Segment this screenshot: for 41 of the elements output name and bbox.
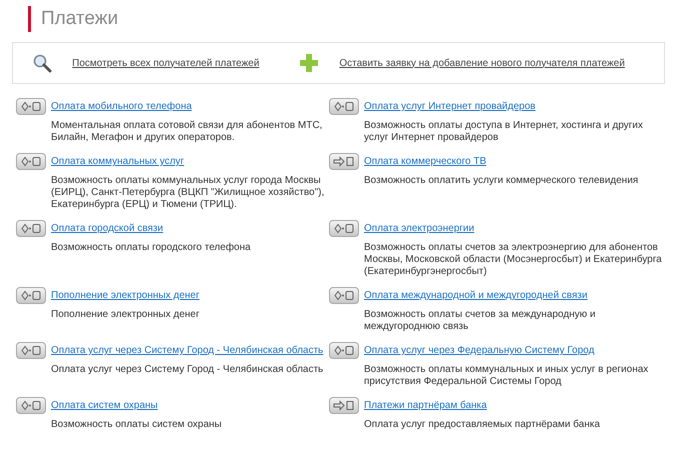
payment-icon[interactable] xyxy=(16,220,46,237)
service-description: Возможность оплаты счетов за международную и междугороднюю связь xyxy=(363,309,596,333)
service-description: Возможность оплатить услуги коммерческого телевидения xyxy=(363,175,640,187)
payment-icon[interactable] xyxy=(329,287,359,304)
service-link[interactable]: Оплата услуг Интернет провайдеров xyxy=(364,101,536,112)
service-description: Возможность оплаты городского телефона xyxy=(50,242,252,254)
transfer-icon[interactable] xyxy=(329,397,359,414)
payment-icon[interactable] xyxy=(16,342,46,359)
action-link[interactable]: Посмотреть всех получателей платежей xyxy=(72,58,260,68)
payment-icon[interactable] xyxy=(329,220,359,237)
service-description: Возможность оплаты доступа в Интернет, хостинга и других услуг Интернет провайдеров xyxy=(363,120,644,144)
service-link[interactable]: Оплата систем охраны xyxy=(51,400,158,411)
service-description: Оплата услуг через Систему Город - Челябинская область xyxy=(50,364,324,376)
search-icon xyxy=(32,53,52,73)
payment-icon[interactable] xyxy=(329,98,359,115)
payment-icon[interactable] xyxy=(16,287,46,304)
service-description: Оплата услуг предоставляемых партнёрами банка xyxy=(363,419,601,431)
service-description: Возможность оплаты коммунальных и иных услуг в регионах присутствия Федеральной Системы Город xyxy=(363,364,650,388)
service-description: Моментальная оплата сотовой связи для абонентов МТС, Билайн, Мегафон и других операторов. xyxy=(50,120,324,144)
service-description: Пополнение электронных денег xyxy=(50,309,200,321)
service-description: Возможность оплаты счетов за электроэнергию для абонентов Москвы, Московской области (Мосэнергосбыт) и Екатеринбурга (Екатеринбургэнергосбыт) xyxy=(363,242,663,278)
transfer-icon[interactable] xyxy=(329,153,359,170)
payment-icon[interactable] xyxy=(329,342,359,359)
payment-icon[interactable] xyxy=(16,153,46,170)
action-link[interactable]: Оставить заявку на добавление нового получателя платежей xyxy=(339,58,625,68)
service-link[interactable]: Пополнение электронных денег xyxy=(51,290,200,301)
service-link[interactable]: Оплата международной и междугородней связи xyxy=(364,290,588,301)
service-link[interactable]: Оплата услуг через Систему Город - Челябинская область xyxy=(51,345,324,356)
service-link[interactable]: Оплата мобильного телефона xyxy=(51,101,192,112)
payment-icon[interactable] xyxy=(16,98,46,115)
payment-icon[interactable] xyxy=(16,397,46,414)
service-link[interactable]: Платежи партнёрам банка xyxy=(364,400,487,411)
service-description: Возможность оплаты коммунальных услуг города Москвы (ЕИРЦ), Санкт-Петербурга (ВЦКП "Жилищное хозяйство"), Екатеринбурга (ЕРЦ) и Тюмени (ТРИЦ). xyxy=(50,175,326,211)
service-link[interactable]: Оплата коммерческого ТВ xyxy=(364,156,486,167)
service-link[interactable]: Оплата услуг через Федеральную Систему Город xyxy=(364,345,594,356)
service-link[interactable]: Оплата коммунальных услуг xyxy=(51,156,184,167)
page-title: Платежи xyxy=(28,6,665,32)
service-link[interactable]: Оплата городской связи xyxy=(51,223,164,234)
service-link[interactable]: Оплата электроэнергии xyxy=(364,223,474,234)
service-description: Возможность оплаты систем охраны xyxy=(50,419,223,431)
plus-icon xyxy=(299,53,320,73)
